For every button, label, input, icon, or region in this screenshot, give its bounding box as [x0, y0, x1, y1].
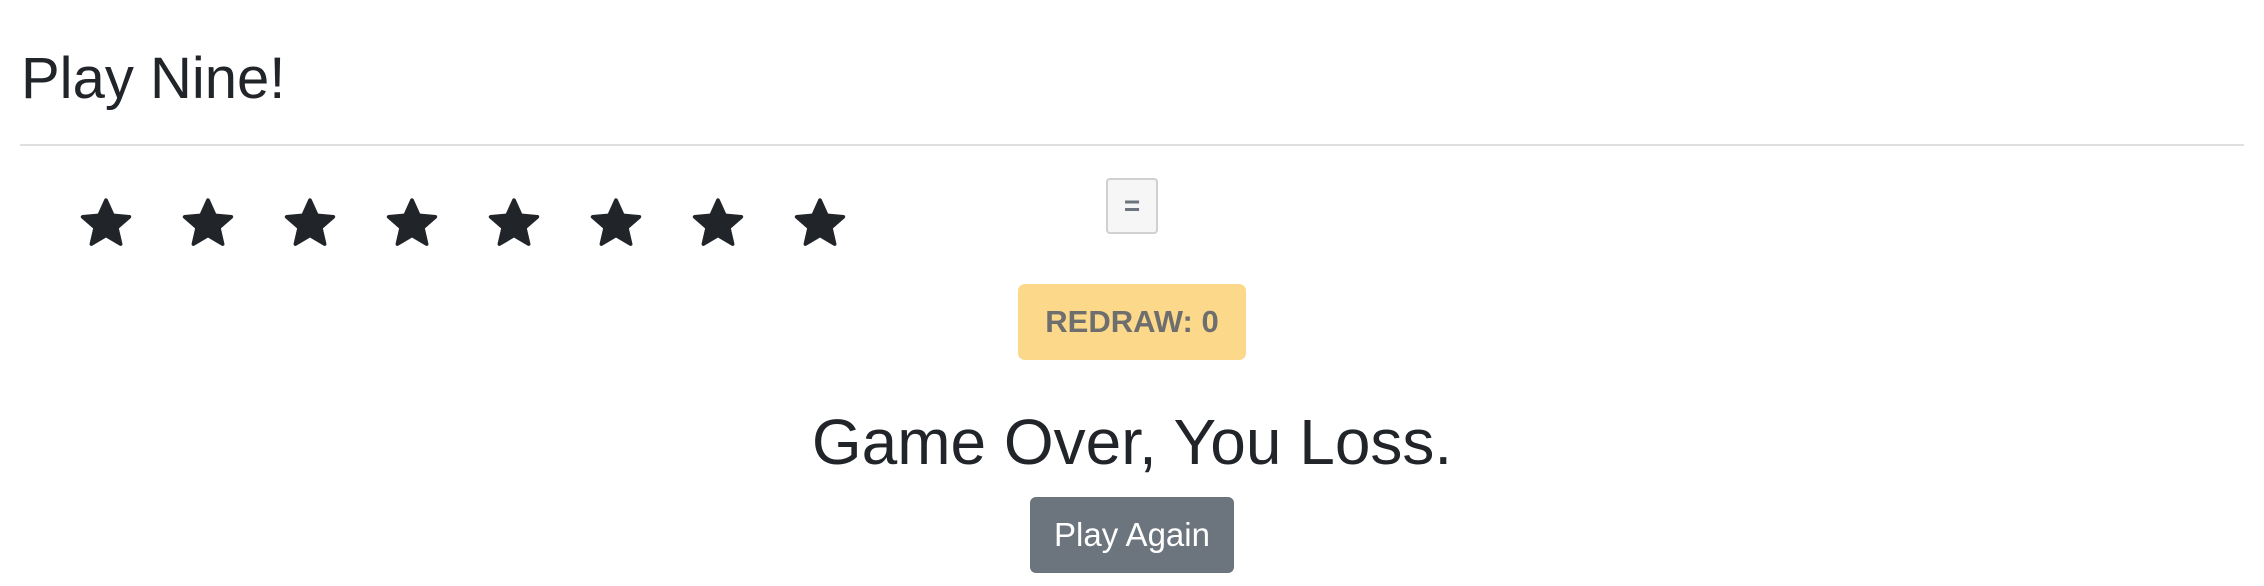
star-icon: [792, 196, 848, 252]
stars-frame: [78, 196, 848, 252]
star-icon: [486, 196, 542, 252]
star-icon: [78, 196, 134, 252]
star-icon: [588, 196, 644, 252]
redraw-button[interactable]: REDRAW: 0: [1018, 284, 1246, 360]
star-icon: [384, 196, 440, 252]
game-frame: Play Nine! = REDRAW: 0 Game Over, You Lo…: [0, 0, 2264, 586]
page-title: Play Nine!: [21, 46, 286, 111]
play-again-button[interactable]: Play Again: [1030, 497, 1234, 573]
star-icon: [690, 196, 746, 252]
game-over-message: Game Over, You Loss.: [811, 406, 1453, 478]
star-icon: [180, 196, 236, 252]
star-icon: [282, 196, 338, 252]
header-divider: [20, 144, 2244, 146]
equals-button[interactable]: =: [1106, 178, 1158, 234]
